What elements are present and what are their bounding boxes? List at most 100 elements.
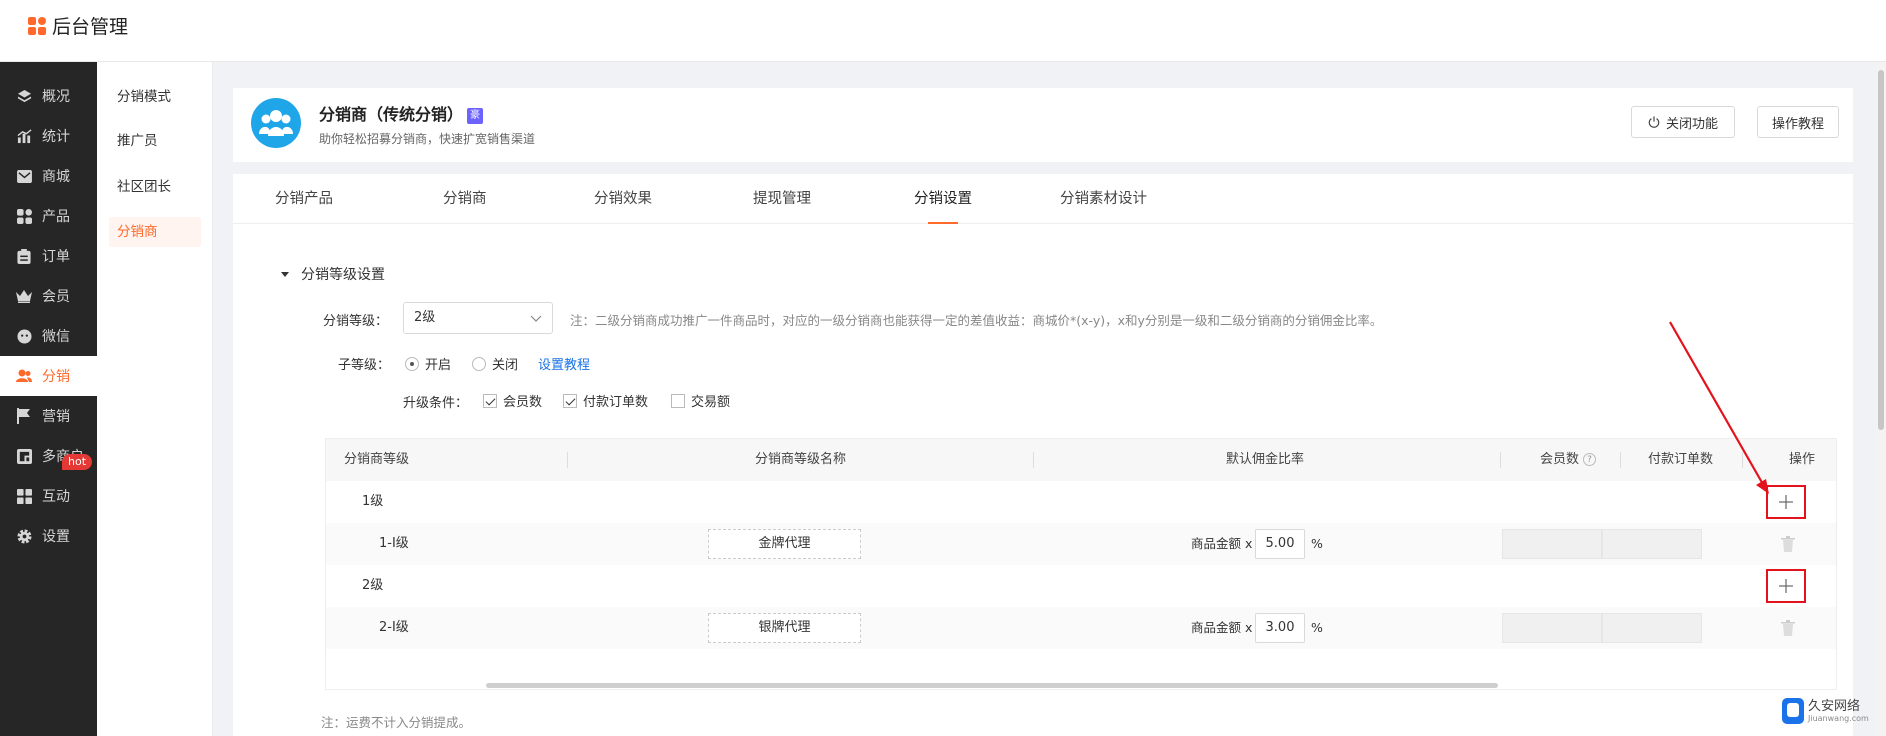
sidebar-item-stats[interactable]: 统计 bbox=[0, 116, 97, 156]
watermark-title: 久安网络 bbox=[1808, 698, 1861, 714]
sidebar-item-members[interactable]: 会员 bbox=[0, 276, 97, 316]
tab-distribution-effect[interactable]: 分销效果 bbox=[594, 174, 652, 224]
plus-icon bbox=[1779, 579, 1793, 593]
checkbox-box bbox=[563, 393, 577, 408]
scrollbar-thumb[interactable] bbox=[1878, 70, 1884, 430]
top-bar: 后台管理 bbox=[0, 0, 1886, 62]
subnav-distributor[interactable]: 分销商 bbox=[109, 217, 201, 247]
checkbox-label: 交易额 bbox=[691, 395, 731, 410]
rate-label: 商品金额 x bbox=[1191, 536, 1253, 551]
percent-sign: % bbox=[1311, 536, 1323, 551]
page-vertical-scrollbar[interactable] bbox=[1876, 62, 1886, 736]
section-title: 分销等级设置 bbox=[301, 267, 385, 283]
orders-input[interactable] bbox=[1602, 529, 1702, 559]
sidebar-item-settings[interactable]: 设置 bbox=[0, 516, 97, 556]
table-horizontal-scrollbar[interactable] bbox=[486, 683, 1498, 688]
checkbox-box bbox=[483, 393, 497, 408]
members-input[interactable] bbox=[1502, 529, 1602, 559]
orders-input[interactable] bbox=[1602, 613, 1702, 643]
level-select[interactable]: 2级 bbox=[403, 302, 553, 334]
radio-dot bbox=[405, 356, 419, 371]
subnav-promoter[interactable]: 推广员 bbox=[109, 126, 201, 156]
caret-down-icon bbox=[281, 271, 289, 277]
col-action: 操作 bbox=[1789, 452, 1816, 467]
upgrade-label: 升级条件： bbox=[403, 396, 469, 411]
sidebar-item-label: 分销 bbox=[42, 369, 70, 385]
upgrade-members-checkbox[interactable]: 会员数 bbox=[483, 391, 542, 410]
tab-bar: 分销产品 分销商 分销效果 提现管理 分销设置 分销素材设计 bbox=[233, 174, 1853, 224]
mail-icon bbox=[16, 168, 32, 184]
col-members: 会员数? bbox=[1540, 439, 1597, 481]
level-name-input[interactable]: 银牌代理 bbox=[708, 613, 861, 643]
add-sublevel-button[interactable] bbox=[1766, 485, 1806, 519]
col-divider bbox=[1500, 452, 1501, 468]
sidebar-item-marketing[interactable]: 营销 bbox=[0, 396, 97, 436]
power-icon bbox=[1648, 116, 1660, 128]
sidebar-item-label: 会员 bbox=[42, 289, 70, 305]
upgrade-volume-checkbox[interactable]: 交易额 bbox=[671, 391, 730, 410]
radio-dot bbox=[472, 356, 486, 371]
hot-badge: hot bbox=[62, 454, 93, 470]
settings-panel: 分销产品 分销商 分销效果 提现管理 分销设置 分销素材设计 分销等级设置 分销… bbox=[233, 174, 1853, 736]
close-feature-label: 关闭功能 bbox=[1665, 116, 1718, 132]
level-cell: 2-I级 bbox=[379, 620, 409, 635]
col-divider bbox=[1033, 452, 1034, 468]
setup-tutorial-link[interactable]: 设置教程 bbox=[538, 354, 590, 373]
level-select-value: 2级 bbox=[414, 310, 436, 325]
level-note: 注：二级分销商成功推广一件商品时，对应的一级分销商也能获得一定的差值收益：商城价… bbox=[570, 313, 1383, 328]
sidebar-item-overview[interactable]: 概况 bbox=[0, 76, 97, 116]
sidebar-item-label: 微信 bbox=[42, 329, 70, 345]
page-title: 分销商（传统分销）豪 bbox=[319, 101, 484, 125]
level-name-input[interactable]: 金牌代理 bbox=[708, 529, 861, 559]
table-header: 分销商等级 分销商等级名称 默认佣金比率 会员数? 付款订单数 操作 bbox=[326, 439, 1836, 481]
rate-input[interactable]: 3.00 bbox=[1255, 613, 1305, 643]
tab-distributors[interactable]: 分销商 bbox=[443, 174, 487, 224]
tutorial-label: 操作教程 bbox=[1771, 116, 1824, 132]
section-header[interactable]: 分销等级设置 bbox=[281, 264, 385, 284]
checkbox-label: 会员数 bbox=[503, 395, 543, 410]
help-icon[interactable]: ? bbox=[1583, 453, 1597, 466]
sublevel-label: 子等级： bbox=[338, 358, 391, 373]
members-input[interactable] bbox=[1502, 613, 1602, 643]
sidebar-item-interaction[interactable]: 互动 bbox=[0, 476, 97, 516]
watermark-sub: Jiuanwang.com bbox=[1808, 713, 1869, 723]
sidebar-item-products[interactable]: 产品 bbox=[0, 196, 97, 236]
sidebar-item-mall[interactable]: 商城 bbox=[0, 156, 97, 196]
flag-icon bbox=[16, 408, 32, 424]
radio-label: 开启 bbox=[425, 358, 452, 373]
logo-icon bbox=[28, 16, 46, 35]
grid-icon bbox=[16, 208, 32, 224]
add-sublevel-button[interactable] bbox=[1766, 569, 1806, 603]
upgrade-orders-checkbox[interactable]: 付款订单数 bbox=[563, 391, 648, 410]
sub-sidebar: 分销模式 推广员 社区团长 分销商 bbox=[97, 62, 213, 736]
col-rate: 默认佣金比率 bbox=[1226, 452, 1305, 467]
table-row: 2-I级 银牌代理 商品金额 x 3.00 % bbox=[326, 607, 1836, 649]
watermark-logo-icon bbox=[1782, 698, 1804, 724]
tab-material-design[interactable]: 分销素材设计 bbox=[1060, 174, 1147, 224]
trash-icon[interactable] bbox=[1781, 536, 1795, 552]
layers-icon bbox=[16, 88, 32, 104]
sidebar-item-orders[interactable]: 订单 bbox=[0, 236, 97, 276]
gear-icon bbox=[16, 528, 32, 544]
sublevel-off-radio[interactable]: 关闭 bbox=[472, 354, 518, 373]
table-row: 1-I级 金牌代理 商品金额 x 5.00 % bbox=[326, 523, 1836, 565]
tab-distribution-products[interactable]: 分销产品 bbox=[275, 174, 333, 224]
tab-distribution-settings[interactable]: 分销设置 bbox=[914, 174, 972, 224]
trash-icon[interactable] bbox=[1781, 620, 1795, 636]
percent-sign: % bbox=[1311, 620, 1323, 635]
level-cell: 1-I级 bbox=[379, 536, 409, 551]
app-logo[interactable]: 后台管理 bbox=[28, 12, 128, 39]
subnav-distribution-mode[interactable]: 分销模式 bbox=[109, 82, 201, 112]
sidebar-item-distribution[interactable]: 分销 bbox=[0, 356, 97, 396]
subnav-community-leader[interactable]: 社区团长 bbox=[109, 172, 201, 202]
checkbox-label: 付款订单数 bbox=[583, 395, 649, 410]
sublevel-on-radio[interactable]: 开启 bbox=[405, 354, 451, 373]
rate-label: 商品金额 x bbox=[1191, 620, 1253, 635]
close-feature-button[interactable]: 关闭功能 bbox=[1631, 106, 1735, 138]
tutorial-button[interactable]: 操作教程 bbox=[1757, 106, 1839, 138]
apps-icon bbox=[16, 488, 32, 504]
distributor-avatar-icon bbox=[251, 98, 301, 148]
tab-withdrawal[interactable]: 提现管理 bbox=[753, 174, 811, 224]
sidebar-item-wechat[interactable]: 微信 bbox=[0, 316, 97, 356]
rate-input[interactable]: 5.00 bbox=[1255, 529, 1305, 559]
